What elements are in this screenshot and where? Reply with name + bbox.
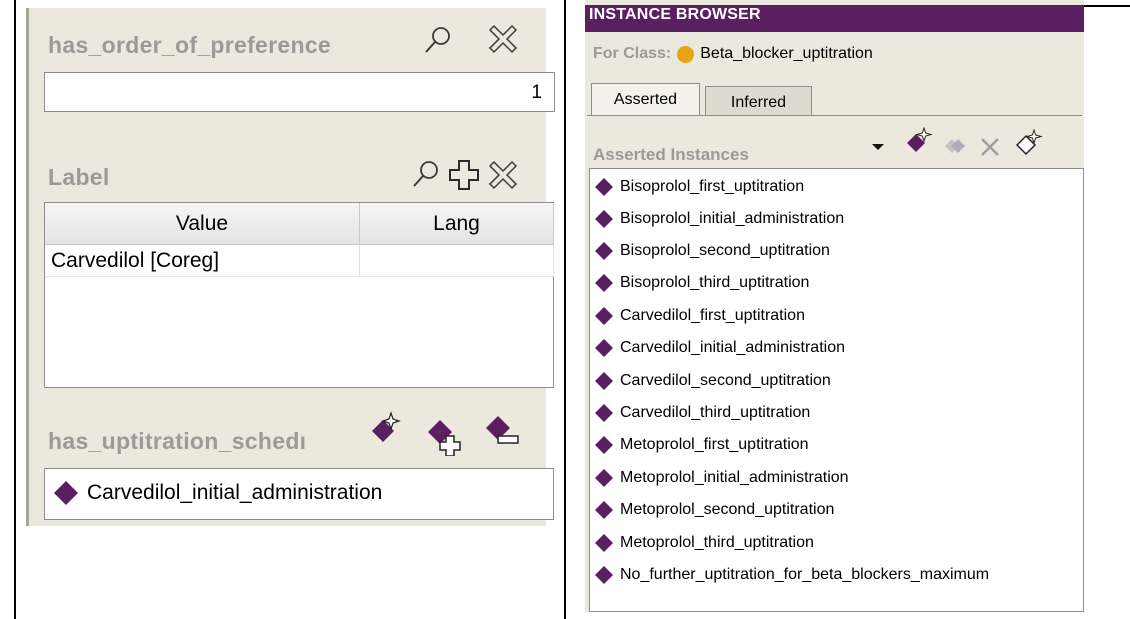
instance-diamond-icon	[595, 534, 613, 552]
list-item[interactable]: Carvedilol_initial_administration	[53, 480, 382, 506]
table-border-middle	[564, 0, 566, 619]
list-item-label: Carvedilol_first_uptitration	[620, 307, 805, 324]
column-header-value[interactable]: Value	[45, 203, 360, 245]
instance-list: Bisoprolol_first_uptitration Bisoprolol_…	[589, 168, 1084, 612]
panel-title: INSTANCE BROWSER	[585, 5, 1084, 32]
new-instance-icon[interactable]	[1013, 128, 1043, 158]
dropdown-arrow-icon[interactable]	[870, 140, 886, 154]
instance-diamond-icon	[595, 242, 613, 260]
add-instance-icon[interactable]	[424, 418, 462, 456]
search-icon[interactable]	[422, 24, 456, 58]
list-item[interactable]: Bisoprolol_initial_administration	[594, 203, 844, 235]
list-item-label: Bisoprolol_third_uptitration	[620, 274, 810, 291]
panel-edge	[26, 8, 29, 526]
delete-icon[interactable]	[486, 22, 520, 56]
list-item-label: Carvedilol_second_uptitration	[620, 372, 831, 389]
class-icon	[677, 45, 695, 63]
create-instance-icon[interactable]	[366, 410, 402, 446]
schedule-title: has_uptitration_schedı	[48, 428, 307, 454]
list-item[interactable]: Bisoprolol_third_uptitration	[594, 267, 809, 299]
list-item-label: Bisoprolol_first_uptitration	[620, 178, 805, 195]
create-instance-icon[interactable]	[903, 126, 933, 156]
delete-icon[interactable]	[979, 136, 1001, 158]
list-item[interactable]: Metoprolol_first_uptitration	[594, 429, 809, 461]
label-table: Value Lang Carvedilol [Coreg]	[44, 202, 554, 388]
label-lang-cell[interactable]	[360, 245, 554, 277]
class-name: Beta_blocker_uptitration	[700, 45, 873, 62]
duplicate-instance-icon[interactable]	[943, 136, 969, 158]
instance-diamond-icon	[595, 566, 613, 584]
label-value-cell[interactable]: Carvedilol [Coreg]	[45, 245, 360, 277]
property-editor-panel: has_order_of_preference 1 Label Value La…	[26, 8, 555, 526]
list-item[interactable]: Carvedilol_second_uptitration	[594, 365, 831, 397]
list-item[interactable]: No_further_uptitration_for_beta_blockers…	[594, 559, 989, 591]
list-item-label: Carvedilol_initial_administration	[620, 339, 845, 356]
instance-diamond-icon	[595, 404, 613, 422]
label-title: Label	[48, 164, 110, 190]
list-item[interactable]: Carvedilol_initial_administration	[594, 332, 845, 364]
instance-diamond-icon	[595, 436, 613, 454]
list-item[interactable]: Bisoprolol_first_uptitration	[594, 171, 804, 203]
tab-inferred[interactable]: Inferred	[705, 86, 812, 115]
list-item[interactable]: Carvedilol_third_uptitration	[594, 397, 810, 429]
instance-diamond-icon	[595, 501, 613, 519]
instance-diamond-icon	[595, 178, 613, 196]
list-item[interactable]: Bisoprolol_second_uptitration	[594, 235, 830, 267]
table-border-left	[14, 0, 16, 619]
list-item-label: Carvedilol_initial_administration	[87, 481, 383, 504]
list-item-label: Metoprolol_third_uptitration	[620, 534, 814, 551]
preference-value-field[interactable]: 1	[44, 72, 555, 112]
search-icon[interactable]	[410, 158, 444, 192]
tab-asserted[interactable]: Asserted	[591, 83, 700, 115]
list-item-label: Bisoprolol_initial_administration	[620, 210, 845, 227]
for-class-row: For Class: Beta_blocker_uptitration	[593, 45, 873, 63]
instance-diamond-icon	[54, 481, 78, 505]
tab-divider	[587, 115, 1082, 116]
delete-icon[interactable]	[486, 158, 520, 192]
table-border-top	[1084, 5, 1130, 7]
instance-browser-panel: INSTANCE BROWSER For Class: Beta_blocker…	[585, 0, 1084, 612]
list-item-label: Carvedilol_third_uptitration	[620, 404, 811, 421]
list-item-label: Metoprolol_initial_administration	[620, 469, 849, 486]
list-item[interactable]: Metoprolol_initial_administration	[594, 462, 849, 494]
instance-diamond-icon	[595, 339, 613, 357]
list-item-label: No_further_uptitration_for_beta_blockers…	[620, 566, 990, 583]
add-icon[interactable]	[447, 158, 481, 192]
list-item-label: Metoprolol_first_uptitration	[620, 436, 809, 453]
instance-diamond-icon	[595, 372, 613, 390]
schedule-list: Carvedilol_initial_administration	[44, 468, 554, 520]
remove-instance-icon[interactable]	[482, 414, 522, 450]
list-item-label: Bisoprolol_second_uptitration	[620, 242, 830, 259]
instance-diamond-icon	[595, 274, 613, 292]
instance-diamond-icon	[595, 307, 613, 325]
list-item[interactable]: Carvedilol_first_uptitration	[594, 300, 805, 332]
asserted-instances-title: Asserted Instances	[593, 145, 749, 164]
preference-title: has_order_of_preference	[48, 32, 332, 58]
list-item[interactable]: Metoprolol_third_uptitration	[594, 527, 814, 559]
list-item-label: Metoprolol_second_uptitration	[620, 501, 835, 518]
instance-diamond-icon	[595, 210, 613, 228]
column-header-lang[interactable]: Lang	[360, 203, 554, 245]
instance-diamond-icon	[595, 469, 613, 487]
for-class-label: For Class:	[593, 45, 672, 62]
list-item[interactable]: Metoprolol_second_uptitration	[594, 494, 834, 526]
